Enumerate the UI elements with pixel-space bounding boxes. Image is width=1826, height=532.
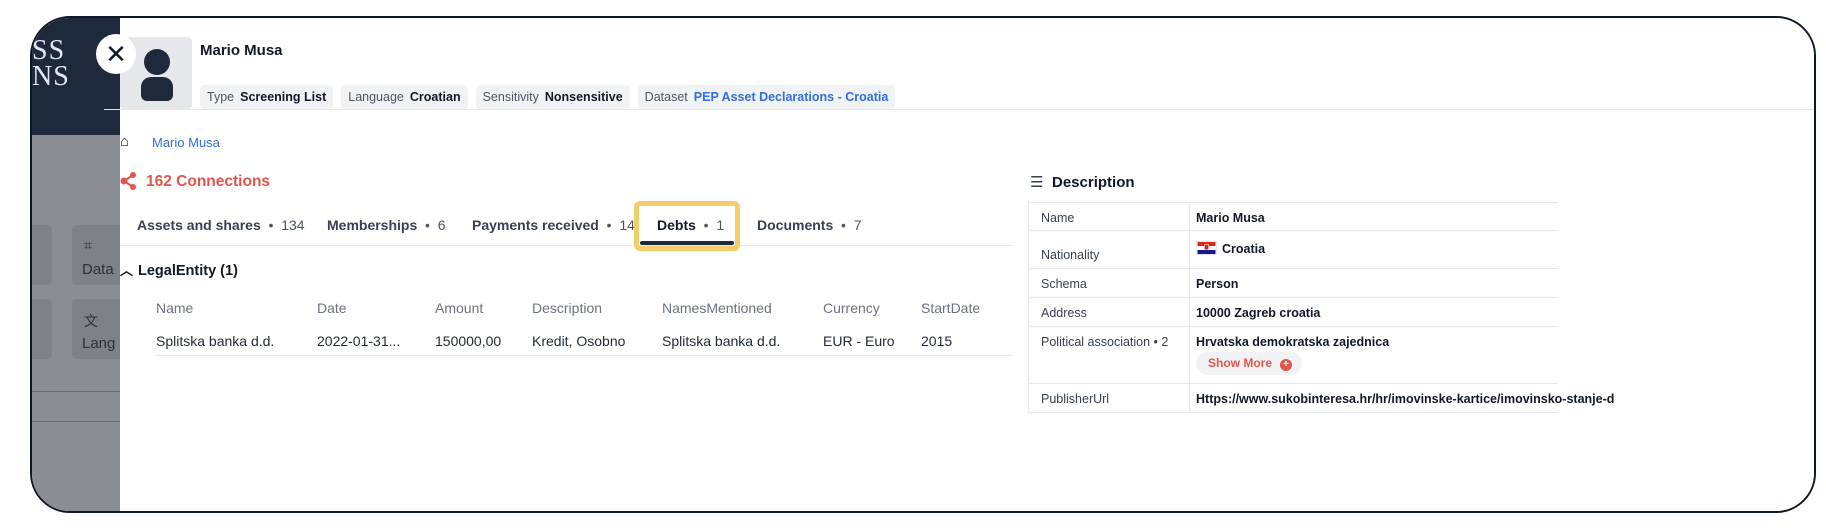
connections-link[interactable]: 162 Connections <box>146 173 270 191</box>
entity-tags: Type Screening List Language Croatian Sens… <box>200 85 896 109</box>
tab-documents[interactable]: Documents • 7 <box>757 217 862 233</box>
property-row: Schema Person <box>1029 269 1558 298</box>
dataset-link[interactable]: PEP Asset Declarations - Croatia <box>694 90 889 104</box>
tab-assets-and-shares[interactable]: Assets and shares • 134 <box>137 217 305 233</box>
share-icon <box>120 172 136 190</box>
background-card <box>32 299 52 359</box>
column-header[interactable]: Date <box>317 300 347 316</box>
close-icon: ✕ <box>105 38 127 69</box>
property-row: Name Mario Musa <box>1029 203 1558 231</box>
entity-name: Mario Musa <box>200 42 283 59</box>
table-row[interactable]: Splitska banka d.d. 2022-01-31... 150000… <box>156 333 1012 356</box>
diagram-icon: ⌗ <box>84 237 92 253</box>
column-header[interactable]: Currency <box>823 300 880 316</box>
tag-dataset: Dataset PEP Asset Declarations - Croatia <box>637 85 896 109</box>
legal-entity-section-toggle[interactable]: ︿ LegalEntity (1) <box>120 260 238 279</box>
column-header[interactable]: StartDate <box>921 300 980 316</box>
relation-tabs: Assets and shares • 134 Memberships • 6 … <box>120 200 1012 246</box>
breadcrumb-current[interactable]: Mario Musa <box>152 135 220 150</box>
chevron-up-icon: ︿ <box>120 263 134 278</box>
description-table: Name Mario Musa Nationality Croatia Sche… <box>1028 202 1614 413</box>
column-header[interactable]: Amount <box>435 300 483 316</box>
description-title: ☰ Description <box>1030 174 1135 191</box>
croatia-flag-icon <box>1196 241 1217 255</box>
screen-frame: SS NS ⌗ Data 文 Lang ✕ Mario Musa Type Scr… <box>30 16 1816 513</box>
show-more-button[interactable]: Show More + <box>1196 352 1303 375</box>
property-row: Address 10000 Zagreb croatia <box>1029 298 1558 327</box>
column-header[interactable]: Name <box>156 300 193 316</box>
property-row: PublisherUrl Https://www.sukobinteresa.h… <box>1029 384 1614 412</box>
plus-circle-icon: + <box>1280 359 1293 371</box>
header-divider <box>104 109 1814 110</box>
property-row: Nationality Croatia <box>1029 231 1558 269</box>
close-button[interactable]: ✕ <box>96 34 136 74</box>
tag-type: Type Screening List <box>200 85 334 109</box>
active-tab-indicator <box>640 241 734 245</box>
background-card <box>32 225 52 285</box>
column-header[interactable]: Description <box>532 300 602 316</box>
tag-sensitivity: Sensitivity Nonsensitive <box>475 85 630 109</box>
publisher-url-link[interactable]: Https://www.sukobinteresa.hr/hr/imovinsk… <box>1196 392 1614 406</box>
tag-language: Language Croatian <box>341 85 468 109</box>
column-header[interactable]: NamesMentioned <box>662 300 772 316</box>
list-icon: ☰ <box>1030 174 1044 191</box>
home-icon[interactable]: ⌂ <box>120 133 129 150</box>
tab-memberships[interactable]: Memberships • 6 <box>327 217 446 233</box>
property-row: Political association • 2 Hrvatska demok… <box>1029 327 1558 384</box>
tab-payments-received[interactable]: Payments received • 14 <box>472 217 635 233</box>
background-logo: SS NS <box>32 35 70 92</box>
person-icon <box>144 49 170 75</box>
translate-icon: 文 <box>84 313 98 329</box>
